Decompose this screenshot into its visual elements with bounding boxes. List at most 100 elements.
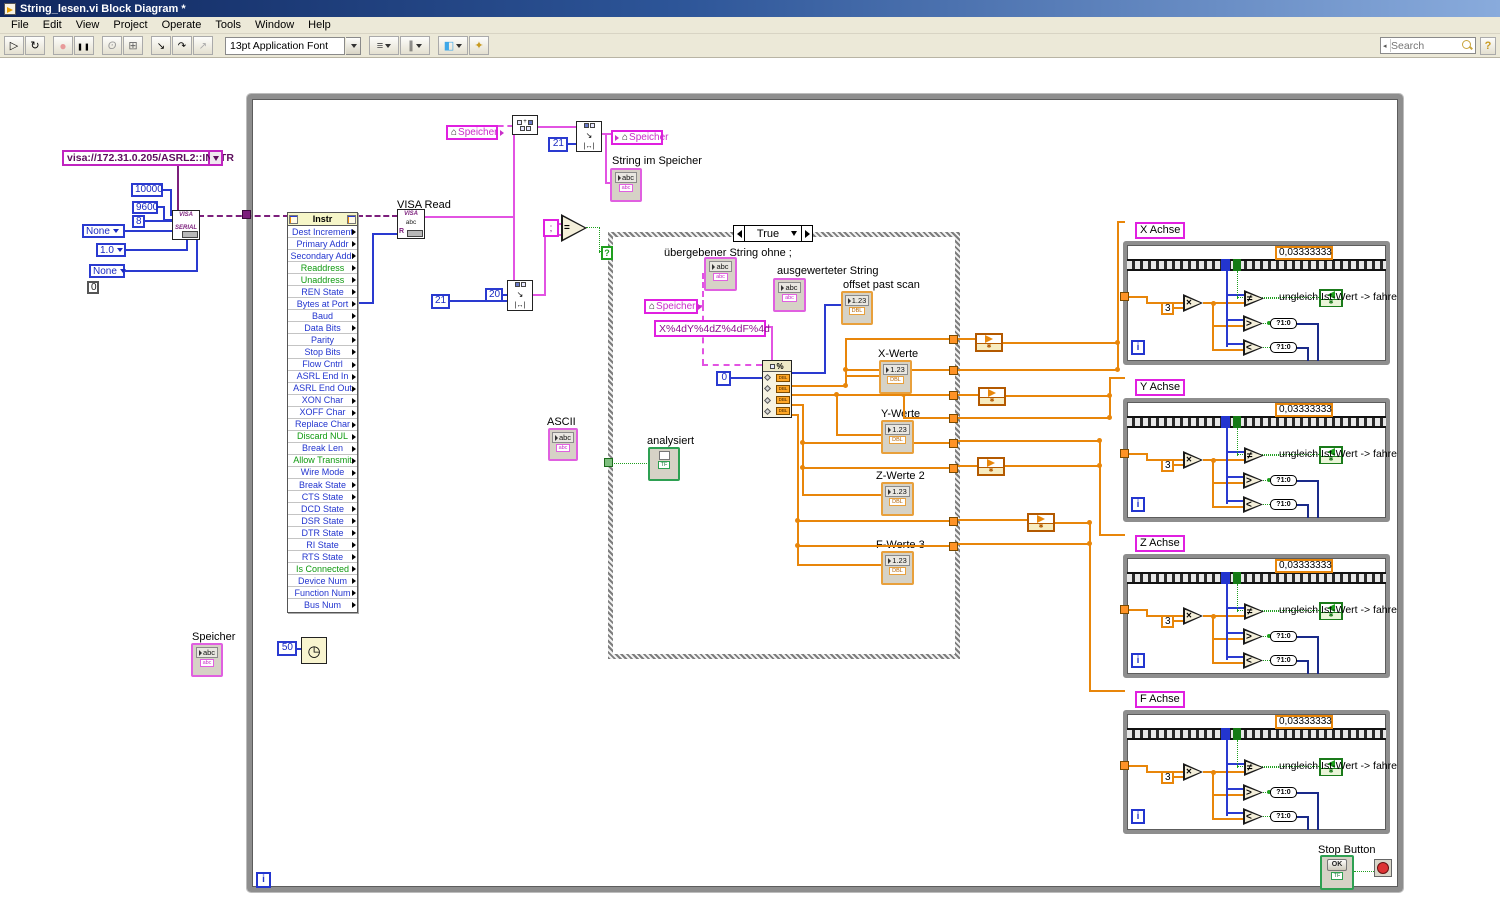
property-item[interactable]: ASRL End In [288,371,357,383]
property-item[interactable]: Primary Addr [288,238,357,250]
multiply-node[interactable]: × [1183,607,1203,625]
case-next-icon[interactable] [801,226,812,241]
feedback-node-z[interactable]: ✱ [977,457,1005,476]
x-werte-indicator[interactable]: 1.23 DBL [879,360,912,394]
axis-while-loop[interactable]: 0,03333333 ✱ 3 × ≠ > < ?1:0 ?1:0 ungleic… [1123,710,1390,834]
property-item[interactable]: Readdress [288,262,357,274]
subset2-start-constant[interactable]: 20 [485,288,503,302]
databits-constant[interactable]: 8 [132,215,145,228]
feedback-node-y[interactable]: ✱ [978,387,1006,406]
greater-node[interactable]: > [1243,784,1263,801]
f-werte-indicator[interactable]: 1.23 DBL [881,551,914,585]
run-continuous-button[interactable] [25,36,45,55]
visa-configure-serial-node[interactable]: VISA SERIAL [172,210,200,240]
property-item[interactable]: Bus Num [288,599,357,611]
setpoint-constant[interactable]: 0,03333333 [1275,715,1333,729]
axis-while-loop[interactable]: 0,03333333 ✱ 3 × ≠ > < ?1:0 ?1:0 ungleic… [1123,554,1390,678]
speicher-local-case[interactable]: ⌂ Speicher [644,299,698,314]
visa-resource-constant[interactable]: visa://172.31.0.205/ASRL2::INSTR [62,150,210,166]
not-equal-node[interactable]: ≠ [1244,290,1264,307]
y-werte-indicator[interactable]: 1.23 DBL [881,420,914,454]
property-item[interactable]: Flow Cntrl [288,359,357,371]
offset-indicator[interactable]: 1.23 DBL [841,291,873,325]
bool-to-01-node[interactable]: ?1:0 [1270,499,1297,510]
concatenate-strings-node[interactable]: + [512,115,538,135]
wait-ms-node[interactable]: ◷ [301,637,327,664]
equal-node[interactable]: = [561,214,587,242]
reorder-button[interactable] [438,36,468,55]
parity-enum[interactable]: None [82,224,125,238]
property-item[interactable]: Replace Char [288,419,357,431]
menu-item[interactable]: View [69,18,107,32]
property-item[interactable]: Device Num [288,575,357,587]
gain-constant[interactable]: 3 [1161,459,1174,472]
run-button[interactable] [4,36,24,55]
bool-to-01-node[interactable]: ?1:0 [1270,787,1297,798]
semicolon-constant[interactable]: ; [543,219,559,237]
menu-item[interactable]: Tools [208,18,248,32]
axis-while-loop[interactable]: 0,03333333 ✱ 3 × ≠ > < ?1:0 ?1:0 ungleic… [1123,241,1390,365]
less-node[interactable]: < [1243,652,1263,669]
menu-item[interactable]: Help [301,18,338,32]
bool-to-01-node[interactable]: ?1:0 [1270,811,1297,822]
baud-constant[interactable]: 9600 [132,201,158,214]
greater-node[interactable]: > [1243,628,1263,645]
uebergeben-string-indicator[interactable]: abc abc [704,257,737,291]
ascii-string-constant[interactable]: abc abc [548,428,578,461]
property-item[interactable]: Allow Transmit [288,455,357,467]
search-icon[interactable] [1462,40,1473,51]
greater-node[interactable]: > [1243,472,1263,489]
property-item[interactable]: Dest Increment [288,226,357,238]
setpoint-constant[interactable]: 0,03333333 [1275,403,1333,417]
step-out-button[interactable] [193,36,213,55]
menu-item[interactable]: Project [106,18,154,32]
gain-constant[interactable]: 3 [1161,615,1174,628]
string-subset-node2[interactable]: ↘ |↔| [507,280,533,311]
search-input[interactable] [1391,40,1462,52]
flowctrl-enum[interactable]: None [89,264,125,278]
visa-read-node[interactable]: VISA abc R [397,209,425,239]
speicher-local-write[interactable]: ⌂ Speicher [611,130,663,145]
menu-item[interactable]: Operate [155,18,209,32]
string-subset-node[interactable]: ↘ |↔| [576,121,602,152]
font-selector[interactable]: 13pt Application Font [225,37,345,55]
multiply-node[interactable]: × [1183,451,1203,469]
property-item[interactable]: Wire Mode [288,467,357,479]
property-item[interactable]: Parity [288,334,357,346]
cleanup-diagram-button[interactable] [469,36,489,55]
property-item[interactable]: RI State [288,539,357,551]
zero-constant[interactable]: 0 [87,281,99,294]
scan-from-string-node[interactable]: % DBL DBL DBL DBL [762,360,792,418]
feedback-node-x[interactable]: ✱ [975,333,1003,352]
scan-offset-constant[interactable]: 0 [716,371,731,386]
property-item[interactable]: RTS State [288,551,357,563]
property-item[interactable]: Data Bits [288,322,357,334]
bool-to-01-node[interactable]: ?1:0 [1270,342,1297,353]
format-string-constant[interactable]: X%4dY%4dZ%4dF%4d [654,320,766,337]
property-item[interactable]: XON Char [288,395,357,407]
search-history-icon[interactable] [1383,39,1391,52]
bool-to-01-node[interactable]: ?1:0 [1270,655,1297,666]
property-item[interactable]: Secondary Addr [288,250,357,262]
not-equal-node[interactable]: ≠ [1244,447,1264,464]
multiply-node[interactable]: × [1183,763,1203,781]
bool-to-01-node[interactable]: ?1:0 [1270,475,1297,486]
property-item[interactable]: XOFF Char [288,407,357,419]
setpoint-constant[interactable]: 0,03333333 [1275,246,1333,260]
subset2-length-constant[interactable]: 21 [431,294,450,309]
property-item[interactable]: Bytes at Port [288,298,357,310]
case-prev-icon[interactable] [734,226,745,241]
highlight-execution-button[interactable] [102,36,122,55]
property-item[interactable]: Baud [288,310,357,322]
bool-to-01-node[interactable]: ?1:0 [1270,318,1297,329]
property-item[interactable]: ASRL End Out [288,383,357,395]
z-werte-indicator[interactable]: 1.23 DBL [881,482,914,516]
property-item[interactable]: Stop Bits [288,346,357,358]
feedback-node-f[interactable]: ✱ [1027,513,1055,532]
speicher-string-control[interactable]: abc abc [191,643,223,677]
bool-to-01-node[interactable]: ?1:0 [1270,631,1297,642]
gain-constant[interactable]: 3 [1161,771,1174,784]
property-item[interactable]: Break Len [288,443,357,455]
visa-resource-dropdown[interactable] [210,150,223,166]
property-item[interactable]: Break State [288,479,357,491]
